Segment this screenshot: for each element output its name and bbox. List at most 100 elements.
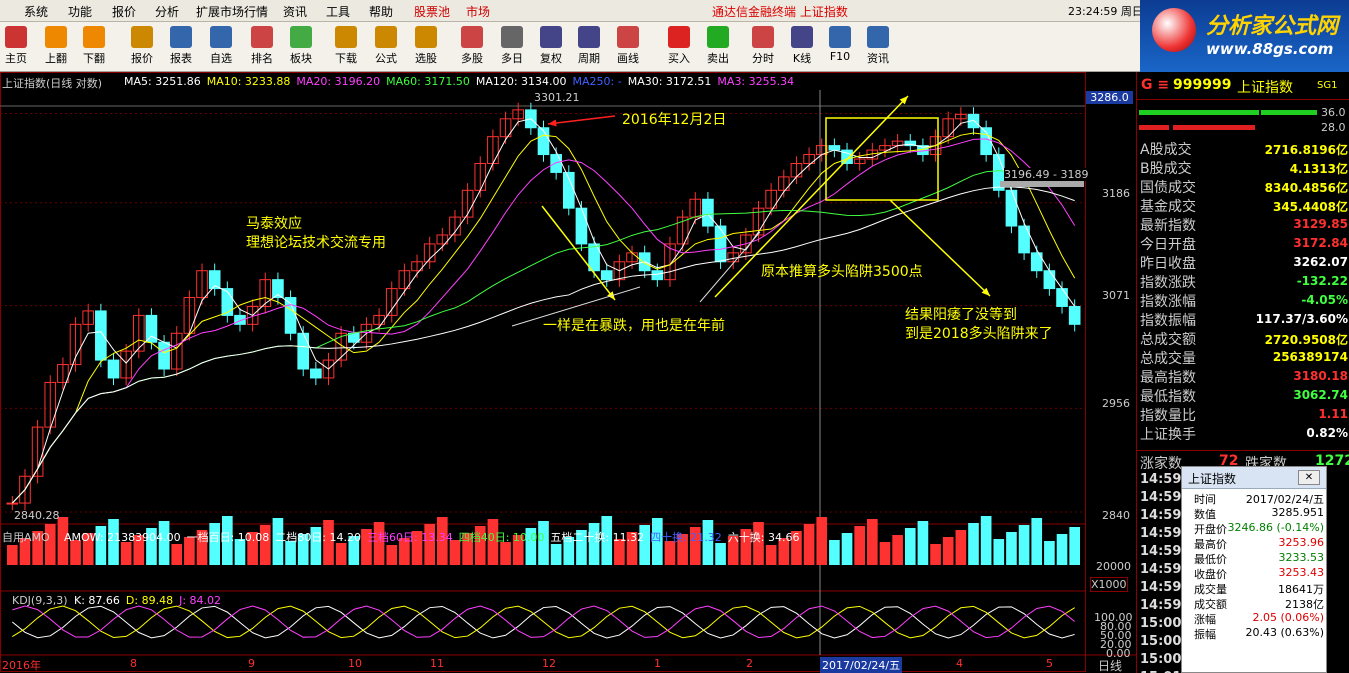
chart-area[interactable]: 上证指数(日线 对数) MA5: 3251.86 MA10: 3233.88 MA2… bbox=[0, 72, 1136, 673]
axis-price-2: 3071 bbox=[1102, 289, 1130, 302]
mahdr-item-0: MA5: 3251.86 bbox=[124, 75, 201, 88]
tooltip-label-2: 开盘价 bbox=[1194, 523, 1227, 536]
candle-body-84 bbox=[1068, 305, 1081, 325]
mahdr-item-2: MA20: 3196.20 bbox=[296, 75, 381, 88]
toolbar-button-16[interactable]: 买入 bbox=[661, 24, 697, 70]
quote-label-15: 上证换手 bbox=[1140, 427, 1196, 443]
quote-value-1: 4.1313亿 bbox=[1289, 162, 1348, 176]
tooltip-row-0: 时间 2017/02/24/五 bbox=[1182, 491, 1328, 506]
toolbar-button-5[interactable]: 自选 bbox=[203, 24, 239, 70]
toolbar-button-8[interactable]: 下载 bbox=[328, 24, 364, 70]
toolbar-label-13: 复权 bbox=[540, 52, 562, 65]
toolbar-button-2[interactable]: 下翻 bbox=[76, 24, 112, 70]
toolbar-button-0[interactable]: 主页 bbox=[0, 24, 34, 70]
toolbar-icon-6 bbox=[251, 26, 273, 48]
menu-function[interactable]: 功能 bbox=[68, 3, 92, 20]
toolbar-button-6[interactable]: 排名 bbox=[244, 24, 280, 70]
toolbar-label-20: F10 bbox=[829, 50, 851, 63]
toolbar-button-10[interactable]: 选股 bbox=[408, 24, 444, 70]
toolbar-button-18[interactable]: 分时 bbox=[745, 24, 781, 70]
menu-system[interactable]: 系统 bbox=[24, 3, 48, 20]
vol-axis-1: 20000 bbox=[1096, 560, 1131, 573]
toolbar-label-0: 主页 bbox=[5, 52, 27, 65]
quote-value-2: 8340.4856亿 bbox=[1264, 181, 1348, 195]
x-axis-label-10: 5 bbox=[1046, 657, 1053, 670]
vol-bar-77 bbox=[980, 516, 992, 565]
quote-row-10: 总成交额 2720.9508亿 bbox=[1137, 329, 1349, 348]
toolbar-button-7[interactable]: 板块 bbox=[283, 24, 319, 70]
tooltip-value-6: 18641万 bbox=[1278, 583, 1324, 596]
toolbar-button-3[interactable]: 报价 bbox=[124, 24, 160, 70]
tick-time-1: 14:59 bbox=[1140, 490, 1182, 505]
period-label[interactable]: 日线 bbox=[1098, 657, 1122, 673]
menu-quote[interactable]: 报价 bbox=[112, 3, 136, 20]
toolbar-label-17: 卖出 bbox=[707, 52, 729, 65]
toolbar-label-11: 多股 bbox=[461, 52, 483, 65]
menu-news[interactable]: 资讯 bbox=[283, 3, 307, 20]
toolbar-icon-2 bbox=[83, 26, 105, 48]
vol-bar-43 bbox=[550, 544, 562, 565]
toolbar-icon-11 bbox=[461, 26, 483, 48]
annotation-5: 结果阳痿了没等到 bbox=[905, 307, 1017, 323]
toolbar-button-17[interactable]: 卖出 bbox=[700, 24, 736, 70]
tick-time-7: 14:59 bbox=[1140, 598, 1182, 613]
candle-body-56 bbox=[714, 225, 727, 263]
kline-chart[interactable] bbox=[0, 72, 1136, 673]
vol-bar-64 bbox=[816, 517, 828, 565]
candle-body-24 bbox=[310, 368, 322, 379]
vol-bar-68 bbox=[867, 519, 878, 565]
toolbar-button-20[interactable]: F10 bbox=[822, 24, 858, 70]
toolbar-button-4[interactable]: 报表 bbox=[163, 24, 199, 70]
toolbar-button-19[interactable]: K线 bbox=[784, 24, 820, 70]
quote-row-1: B股成交 4.1313亿 bbox=[1137, 158, 1349, 177]
toolbar-button-9[interactable]: 公式 bbox=[368, 24, 404, 70]
menu-help[interactable]: 帮助 bbox=[369, 3, 393, 20]
tooltip-close-button[interactable]: ✕ bbox=[1298, 470, 1320, 485]
quote-row-4: 最新指数 3129.85 bbox=[1137, 215, 1349, 234]
tooltip-row-1: 数值 3285.951 bbox=[1182, 506, 1328, 521]
quote-value-5: 3172.84 bbox=[1293, 236, 1348, 250]
quote-value-3: 345.4408亿 bbox=[1272, 200, 1348, 214]
toolbar-button-11[interactable]: 多股 bbox=[454, 24, 490, 70]
window-title: 通达信金融终端 上证指数 bbox=[712, 5, 848, 19]
toolbar-label-4: 报表 bbox=[170, 52, 192, 65]
tooltip-value-4: 3233.53 bbox=[1278, 551, 1325, 564]
quote-label-12: 最高指数 bbox=[1140, 370, 1196, 386]
quote-value-13: 3062.74 bbox=[1293, 388, 1348, 402]
low-mark: 2840.28 bbox=[14, 509, 60, 522]
menu-tools[interactable]: 工具 bbox=[326, 3, 350, 20]
annotation-1: 马泰效应 bbox=[246, 216, 302, 232]
tooltip-label-5: 收盘价 bbox=[1194, 568, 1227, 581]
toolbar-label-6: 排名 bbox=[251, 52, 273, 65]
toolbar-button-14[interactable]: 周期 bbox=[571, 24, 607, 70]
menu-stock-pool[interactable]: 股票池 bbox=[414, 3, 450, 20]
quote-flag: G ≡ bbox=[1141, 77, 1170, 93]
quote-value-6: 3262.07 bbox=[1293, 255, 1348, 269]
mahdr-item-3: MA60: 3171.50 bbox=[386, 75, 470, 88]
quote-row-6: 昨日收盘 3262.07 bbox=[1137, 253, 1349, 272]
toolbar-button-21[interactable]: 资讯 bbox=[860, 24, 896, 70]
toolbar-button-15[interactable]: 画线 bbox=[610, 24, 646, 70]
x-axis-label-1: 8 bbox=[130, 657, 137, 670]
vol-bar-73 bbox=[930, 544, 941, 565]
tooltip-label-8: 涨幅 bbox=[1194, 613, 1216, 626]
toolbar-button-12[interactable]: 多日 bbox=[494, 24, 530, 70]
tooltip-value-3: 3253.96 bbox=[1278, 536, 1325, 549]
toolbar-icon-10 bbox=[415, 26, 437, 48]
vol-bar-13 bbox=[171, 544, 183, 565]
x-axis-label-6: 1 bbox=[654, 657, 661, 670]
tooltip-value-2: 3246.86 (-0.14%) bbox=[1227, 521, 1324, 534]
menu-analysis[interactable]: 分析 bbox=[155, 3, 179, 20]
toolbar-button-1[interactable]: 上翻 bbox=[38, 24, 74, 70]
tooltip-row-8: 涨幅 2.05 (0.06%) bbox=[1182, 611, 1328, 626]
toolbar-label-12: 多日 bbox=[501, 52, 523, 65]
main-header-name: 上证指数(日线 对数) bbox=[2, 77, 103, 90]
menu-extended-market[interactable]: 扩展市场行情 bbox=[196, 3, 268, 20]
bar-value-2: 28.0 bbox=[1321, 121, 1346, 134]
x-axis-label-5: 12 bbox=[542, 657, 556, 670]
toolbar-button-13[interactable]: 复权 bbox=[533, 24, 569, 70]
quote-label-0: A股成交 bbox=[1140, 142, 1192, 158]
menu-market[interactable]: 市场 bbox=[466, 3, 490, 20]
toolbar-icon-21 bbox=[867, 26, 889, 48]
quote-row-0: A股成交 2716.8196亿 bbox=[1137, 139, 1349, 158]
